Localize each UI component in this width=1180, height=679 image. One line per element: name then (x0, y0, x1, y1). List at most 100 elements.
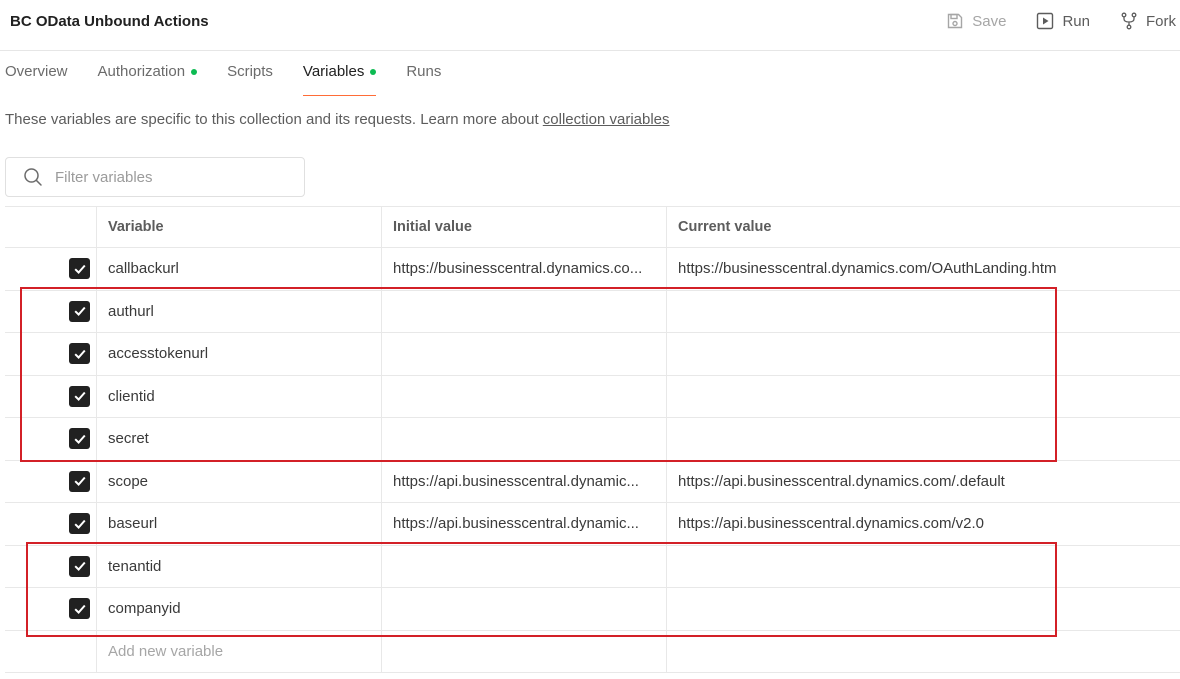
row-checkbox[interactable] (69, 470, 90, 492)
variable-name: authurl (108, 302, 154, 320)
save-button[interactable]: Save (946, 10, 1006, 32)
add-variable-row: Add new variable (5, 630, 1180, 673)
filter-box[interactable] (5, 157, 305, 197)
tab-label: Variables (302, 63, 365, 80)
initial-value-cell[interactable] (381, 418, 666, 460)
tab-overview[interactable]: Overview (5, 63, 68, 96)
current-value: https://businesscentral.dynamics.com/OAu… (678, 260, 1057, 278)
row-checkbox[interactable] (69, 428, 90, 450)
initial-value-cell[interactable] (381, 290, 666, 332)
checkmark-icon (74, 264, 86, 274)
row-checkbox[interactable] (69, 343, 90, 365)
current-value-cell[interactable] (666, 290, 1180, 332)
initial-value-cell[interactable] (381, 375, 666, 417)
table-row: accesstokenurl (5, 333, 1180, 376)
initial-value-cell[interactable]: https://api.businesscentral.dynamic... (381, 503, 666, 545)
header-checkbox-column (5, 207, 96, 247)
variable-name: companyid (108, 600, 181, 618)
row-checkbox-cell (5, 333, 96, 375)
fork-label: Fork (1146, 12, 1176, 30)
current-value-cell[interactable] (666, 545, 1180, 587)
tab-label: Scripts (227, 63, 273, 80)
current-value: https://api.businesscentral.dynamics.com… (678, 472, 1005, 490)
initial-value: https://businesscentral.dynamics.co... (393, 260, 643, 278)
variable-name-cell[interactable]: secret (96, 418, 381, 460)
tab-authorization[interactable]: Authorization (98, 63, 198, 96)
initial-value: https://api.businesscentral.dynamic... (393, 515, 639, 533)
variable-name-cell[interactable]: clientid (96, 375, 381, 417)
initial-value-cell[interactable] (381, 545, 666, 587)
variable-name: accesstokenurl (108, 345, 209, 363)
table-row: companyid (5, 588, 1180, 631)
save-label: Save (972, 12, 1007, 30)
add-new-variable-input[interactable]: Add new variable (96, 630, 381, 672)
table-row: baseurl https://api.businesscentral.dynam… (5, 503, 1180, 546)
table-row: tenantid (5, 545, 1180, 588)
current-value-cell[interactable] (666, 418, 1180, 460)
fork-button[interactable]: Fork (1120, 10, 1176, 32)
variable-name: secret (108, 430, 149, 448)
table-row: clientid (5, 375, 1180, 418)
initial-value-cell[interactable]: https://businesscentral.dynamics.co... (381, 248, 666, 290)
variable-name-cell[interactable]: baseurl (96, 503, 381, 545)
tab-label: Overview (5, 63, 68, 80)
row-checkbox-cell (5, 418, 96, 460)
run-button[interactable]: Run (1036, 10, 1090, 32)
filter-variables-input[interactable] (53, 167, 297, 187)
tab-label: Runs (406, 63, 442, 80)
initial-value-cell[interactable]: https://api.businesscentral.dynamic... (381, 460, 666, 502)
variable-name-cell[interactable]: companyid (96, 588, 381, 630)
collection-variables-link[interactable]: collection variables (543, 111, 670, 128)
variable-name-cell[interactable]: accesstokenurl (96, 333, 381, 375)
row-checkbox[interactable] (69, 513, 90, 535)
row-checkbox[interactable] (69, 258, 90, 280)
row-checkbox-cell (5, 291, 96, 333)
current-value: https://api.businesscentral.dynamics.com… (678, 515, 984, 533)
variable-name: scope (108, 472, 149, 490)
variable-name: tenantid (108, 557, 162, 575)
tab-runs[interactable]: Runs (406, 63, 441, 96)
current-value-cell[interactable] (666, 375, 1180, 417)
table-header: Variable Initial value Current value (5, 206, 1180, 248)
variable-name-cell[interactable]: tenantid (96, 545, 381, 587)
checkmark-icon (74, 562, 86, 572)
description-text: These variables are specific to this col… (5, 111, 543, 128)
row-checkbox-cell (5, 248, 96, 290)
initial-value-cell[interactable] (381, 588, 666, 630)
row-checkbox[interactable] (69, 385, 90, 407)
initial-value-cell[interactable] (381, 333, 666, 375)
checkmark-icon (74, 434, 86, 444)
checkmark-icon (74, 307, 86, 317)
row-checkbox[interactable] (69, 300, 90, 322)
variable-name-cell[interactable]: callbackurl (96, 248, 381, 290)
current-value-cell[interactable] (666, 588, 1180, 630)
save-icon (948, 13, 963, 29)
collection-tabs: Overview Authorization Scripts Variables… (5, 63, 471, 97)
table-row: secret (5, 418, 1180, 461)
current-value-cell[interactable]: https://api.businesscentral.dynamics.com… (666, 503, 1180, 545)
collection-header: BC OData Unbound Actions Save Run Fork (0, 0, 1180, 51)
column-header-current-value: Current value (666, 207, 1180, 247)
table-row: scope https://api.businesscentral.dynamic… (5, 460, 1180, 503)
table-row: authurl (5, 290, 1180, 333)
tab-scripts[interactable]: Scripts (227, 63, 273, 96)
variable-name: callbackurl (108, 260, 179, 278)
current-value-cell[interactable] (666, 333, 1180, 375)
tab-label: Authorization (97, 63, 186, 80)
fork-icon (1121, 12, 1137, 30)
table-row: callbackurl https://businesscentral.dynam… (5, 248, 1180, 291)
row-checkbox[interactable] (69, 555, 90, 577)
play-icon (1037, 12, 1054, 30)
current-value-cell[interactable]: https://api.businesscentral.dynamics.com… (666, 460, 1180, 502)
collection-title: BC OData Unbound Actions (10, 13, 209, 30)
tab-variables[interactable]: Variables (302, 63, 377, 96)
current-value-cell[interactable]: https://businesscentral.dynamics.com/OAu… (666, 248, 1180, 290)
variable-name-cell[interactable]: authurl (96, 290, 381, 332)
variable-name-cell[interactable]: scope (96, 460, 381, 502)
status-dot (370, 69, 377, 75)
variables-description: These variables are specific to this col… (5, 111, 670, 128)
row-checkbox[interactable] (69, 598, 90, 620)
checkmark-icon (74, 519, 86, 529)
row-checkbox-cell (5, 376, 96, 418)
header-actions: Save Run Fork (916, 10, 1176, 32)
